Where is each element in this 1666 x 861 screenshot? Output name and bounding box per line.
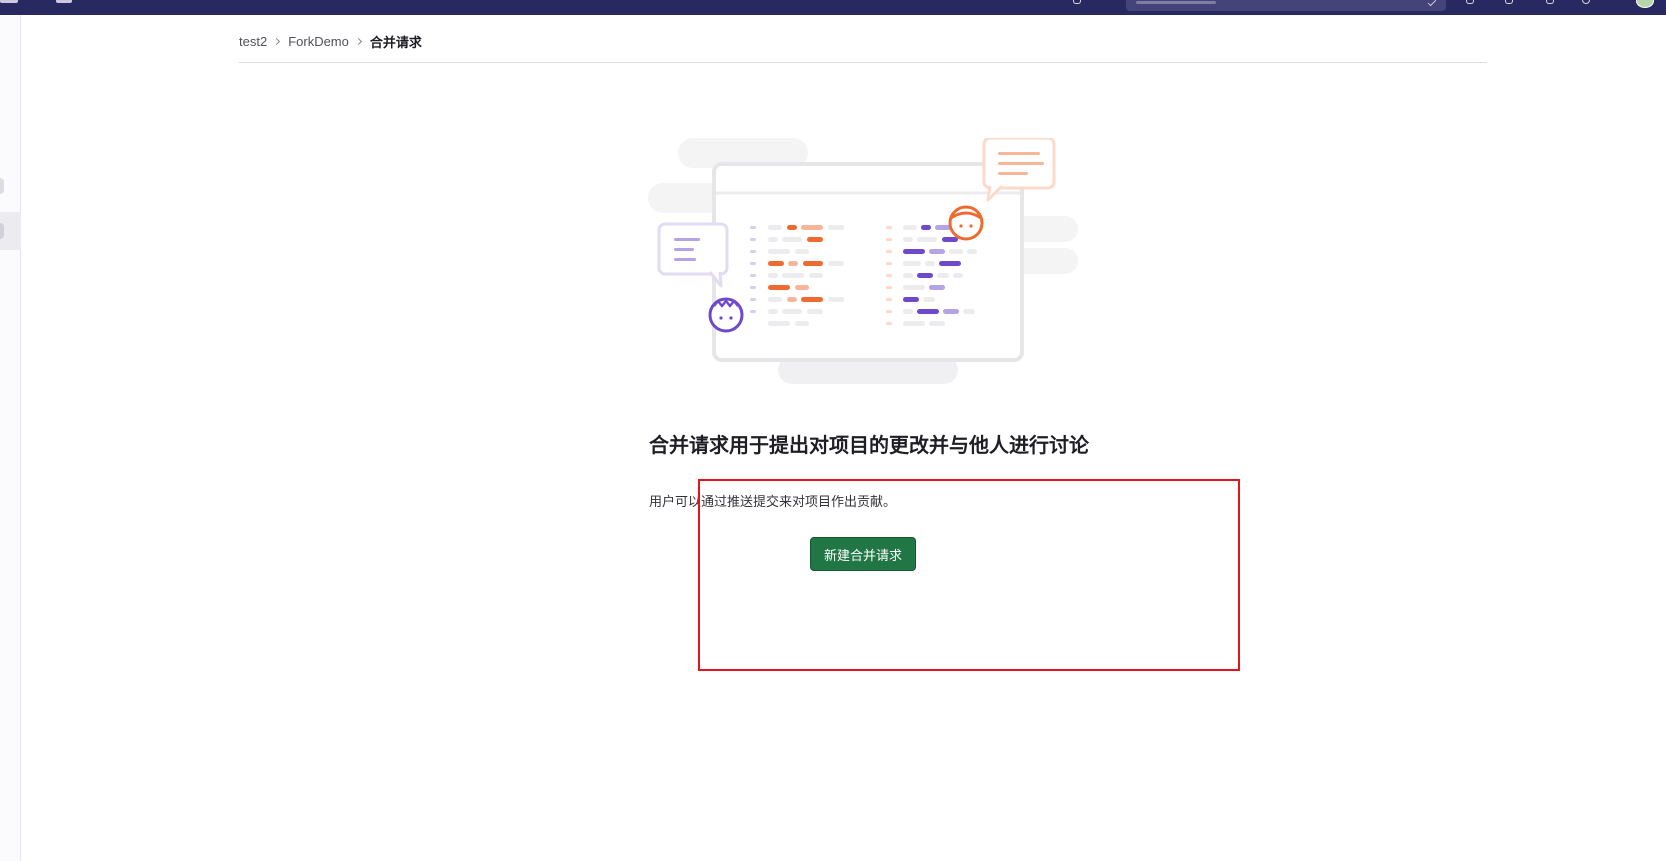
orange-user-face-icon: [948, 205, 984, 241]
breadcrumb: test2 ForkDemo 合并请求: [239, 30, 1487, 63]
issues-icon[interactable]: [1466, 0, 1474, 4]
todo-list-icon[interactable]: [1546, 0, 1554, 4]
menu-text-fragment[interactable]: [56, 0, 72, 3]
sidebar-item-active[interactable]: [0, 212, 21, 250]
chevron-right-icon: [354, 37, 362, 45]
breadcrumb-current[interactable]: 合并请求: [370, 32, 422, 51]
left-sidebar-collapsed[interactable]: [0, 15, 21, 861]
purple-user-face-icon: [708, 297, 744, 333]
empty-state-title: 合并请求用于提出对项目的更改并与他人进行讨论: [649, 433, 1089, 457]
breadcrumb-item-group[interactable]: test2: [239, 34, 267, 49]
search-input[interactable]: [1126, 0, 1446, 11]
help-icon[interactable]: [1582, 0, 1590, 4]
chevron-right-icon: [273, 37, 281, 45]
speech-bubble-purple-icon: [657, 222, 729, 288]
merge-requests-empty-illustration: [648, 138, 1078, 384]
menu-text-fragment[interactable]: [0, 0, 18, 3]
user-avatar[interactable]: [1636, 0, 1654, 8]
merge-request-icon[interactable]: [1505, 0, 1513, 4]
annotation-highlight-box: [698, 479, 1240, 671]
top-navbar: [0, 0, 1666, 15]
todo-icon[interactable]: [1073, 0, 1081, 4]
breadcrumb-item-project[interactable]: ForkDemo: [288, 34, 349, 49]
sidebar-item[interactable]: [0, 178, 4, 194]
